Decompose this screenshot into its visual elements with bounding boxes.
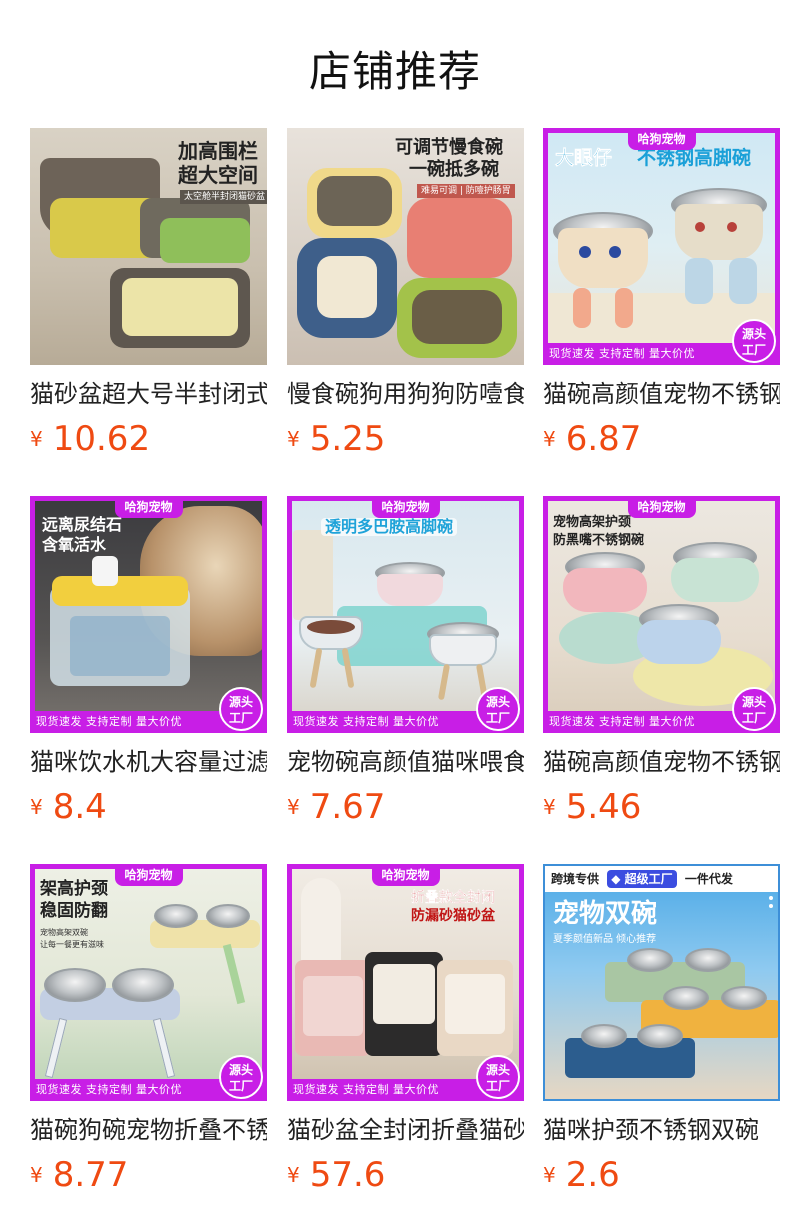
- image-header: 跨境专供 ◆ 超级工厂 一件代发: [545, 866, 778, 892]
- product-name[interactable]: 宠物碗高颜值猫咪喂食: [287, 747, 524, 777]
- image-headline-1: 大眼仔: [555, 147, 613, 169]
- price-value: 10.62: [52, 419, 151, 459]
- image-headline: 宠物双碗: [553, 899, 658, 929]
- product-card[interactable]: 透明多巴胺高脚碗 哈狗宠物 现货速发 支持定制 量大价优 源头 工厂 宠物碗高颜值…: [287, 496, 524, 831]
- product-name[interactable]: 猫碗高颜值宠物不锈钢: [543, 379, 780, 409]
- product-card[interactable]: 可调节慢食碗 一碗抵多碗 难易可调 | 防噎护肠胃 慢食碗狗用狗狗防噎食 ¥5.…: [287, 128, 524, 463]
- image-headline-2: 含氧活水: [42, 535, 107, 554]
- product-price: ¥5.25: [287, 419, 524, 463]
- header-pill: ◆ 超级工厂: [607, 870, 677, 888]
- image-caption: 难易可调 | 防噎护肠胃: [417, 184, 515, 199]
- product-name[interactable]: 猫碗狗碗宠物折叠不锈钢: [30, 1115, 267, 1145]
- image-headline-1: 宠物高架护颈: [553, 515, 632, 530]
- image-headline-1: 折叠款全封闭: [411, 890, 495, 906]
- currency-symbol: ¥: [543, 427, 556, 451]
- product-price: ¥8.77: [30, 1155, 267, 1199]
- image-caption: 太空舱半封闭猫砂盆: [180, 190, 267, 205]
- product-name[interactable]: 猫咪护颈不锈钢双碗: [543, 1115, 780, 1145]
- product-image[interactable]: 架高护颈 稳固防翻 宠物高架双碗 让每一餐更有滋味 哈狗宠物 现货速发 支持定制…: [30, 864, 267, 1101]
- product-image[interactable]: 透明多巴胺高脚碗 哈狗宠物 现货速发 支持定制 量大价优 源头 工厂: [287, 496, 524, 733]
- product-card[interactable]: 宠物高架护颈 防黑嘴不锈钢碗 哈狗宠物 现货速发 支持定制 量大价优 源头 工厂 …: [543, 496, 780, 831]
- image-headline-2: 防黑嘴不锈钢碗: [553, 533, 645, 548]
- currency-symbol: ¥: [287, 427, 300, 451]
- currency-symbol: ¥: [287, 795, 300, 819]
- product-price: ¥5.46: [543, 787, 780, 831]
- diamond-icon: ◆: [611, 872, 621, 886]
- image-headline-2: 不锈钢高脚碗: [637, 147, 752, 169]
- image-caption-2: 让每一餐更有滋味: [40, 940, 104, 949]
- image-headline-1: 架高护颈: [40, 879, 108, 899]
- product-name[interactable]: 猫砂盆超大号半封闭式: [30, 379, 267, 409]
- product-grid: 加高围栏 超大空间 太空舱半封闭猫砂盆 猫砂盆超大号半封闭式 ¥10.62 可调…: [0, 0, 790, 1232]
- product-price: ¥7.67: [287, 787, 524, 831]
- product-name[interactable]: 猫砂盆全封闭折叠猫砂: [287, 1115, 524, 1145]
- header-right-text: 一件代发: [684, 872, 733, 886]
- factory-badge: 源头 工厂: [476, 687, 520, 731]
- product-card[interactable]: 远离尿结石 含氧活水 哈狗宠物 现货速发 支持定制 量大价优 源头 工厂 猫咪饮水…: [30, 496, 267, 831]
- product-image[interactable]: 宠物高架护颈 防黑嘴不锈钢碗 哈狗宠物 现货速发 支持定制 量大价优 源头 工厂: [543, 496, 780, 733]
- product-image[interactable]: 可调节慢食碗 一碗抵多碗 难易可调 | 防噎护肠胃: [287, 128, 524, 365]
- brand-tag: 哈狗宠物: [627, 128, 696, 150]
- product-price: ¥2.6: [543, 1155, 780, 1199]
- product-image[interactable]: 大眼仔 不锈钢高脚碗 哈狗宠物 现货速发 支持定制 量大价优 源头 工厂: [543, 128, 780, 365]
- price-value: 6.87: [565, 419, 642, 459]
- factory-badge: 源头 工厂: [219, 687, 263, 731]
- product-image[interactable]: 远离尿结石 含氧活水 哈狗宠物 现货速发 支持定制 量大价优 源头 工厂: [30, 496, 267, 733]
- factory-badge: 源头 工厂: [476, 1055, 520, 1099]
- currency-symbol: ¥: [30, 795, 43, 819]
- product-image[interactable]: 跨境专供 ◆ 超级工厂 一件代发 宠物双碗 夏季颜值新品 倾心推荐: [543, 864, 780, 1101]
- price-value: 8.77: [52, 1155, 129, 1195]
- image-headline-2: 一碗抵多碗: [409, 159, 499, 180]
- price-value: 57.6: [309, 1155, 386, 1195]
- price-value: 5.46: [565, 787, 642, 827]
- product-card[interactable]: 架高护颈 稳固防翻 宠物高架双碗 让每一餐更有滋味 哈狗宠物 现货速发 支持定制…: [30, 864, 267, 1199]
- brand-tag: 哈狗宠物: [114, 496, 183, 518]
- currency-symbol: ¥: [30, 427, 43, 451]
- image-caption-1: 宠物高架双碗: [40, 928, 88, 937]
- product-price: ¥8.4: [30, 787, 267, 831]
- image-headline-1: 可调节慢食碗: [395, 137, 503, 158]
- image-headline-2: 防漏砂猫砂盆: [411, 908, 495, 924]
- product-image[interactable]: 折叠款全封闭 防漏砂猫砂盆 哈狗宠物 现货速发 支持定制 量大价优 源头 工厂: [287, 864, 524, 1101]
- image-headline-1: 远离尿结石: [42, 515, 123, 534]
- product-card[interactable]: 跨境专供 ◆ 超级工厂 一件代发 宠物双碗 夏季颜值新品 倾心推荐 猫咪护颈不锈…: [543, 864, 780, 1199]
- factory-badge: 源头 工厂: [732, 319, 776, 363]
- price-value: 5.25: [309, 419, 386, 459]
- product-name[interactable]: 慢食碗狗用狗狗防噎食: [287, 379, 524, 409]
- image-headline-2: 稳固防翻: [40, 901, 108, 921]
- product-price: ¥57.6: [287, 1155, 524, 1199]
- product-name[interactable]: 猫咪饮水机大容量过滤: [30, 747, 267, 777]
- brand-tag: 哈狗宠物: [371, 864, 440, 886]
- price-value: 7.67: [309, 787, 386, 827]
- image-headline-2: 超大空间: [178, 163, 258, 187]
- product-card[interactable]: 大眼仔 不锈钢高脚碗 哈狗宠物 现货速发 支持定制 量大价优 源头 工厂 猫碗高颜…: [543, 128, 780, 463]
- header-left-text: 跨境专供: [551, 872, 600, 886]
- brand-tag: 哈狗宠物: [114, 864, 183, 886]
- price-value: 2.6: [565, 1155, 620, 1195]
- factory-badge: 源头 工厂: [219, 1055, 263, 1099]
- product-card[interactable]: 加高围栏 超大空间 太空舱半封闭猫砂盆 猫砂盆超大号半封闭式 ¥10.62: [30, 128, 267, 463]
- product-price: ¥6.87: [543, 419, 780, 463]
- currency-symbol: ¥: [30, 1163, 43, 1187]
- brand-tag: 哈狗宠物: [627, 496, 696, 518]
- product-card[interactable]: 折叠款全封闭 防漏砂猫砂盆 哈狗宠物 现货速发 支持定制 量大价优 源头 工厂 猫…: [287, 864, 524, 1199]
- currency-symbol: ¥: [543, 795, 556, 819]
- product-price: ¥10.62: [30, 419, 267, 463]
- product-name[interactable]: 猫碗高颜值宠物不锈钢: [543, 747, 780, 777]
- currency-symbol: ¥: [287, 1163, 300, 1187]
- image-headline: 透明多巴胺高脚碗: [321, 517, 458, 537]
- image-headline-1: 加高围栏: [178, 139, 258, 163]
- currency-symbol: ¥: [543, 1163, 556, 1187]
- product-image[interactable]: 加高围栏 超大空间 太空舱半封闭猫砂盆: [30, 128, 267, 365]
- factory-badge: 源头 工厂: [732, 687, 776, 731]
- image-caption: 夏季颜值新品 倾心推荐: [553, 934, 657, 945]
- price-value: 8.4: [52, 787, 107, 827]
- brand-tag: 哈狗宠物: [371, 496, 440, 518]
